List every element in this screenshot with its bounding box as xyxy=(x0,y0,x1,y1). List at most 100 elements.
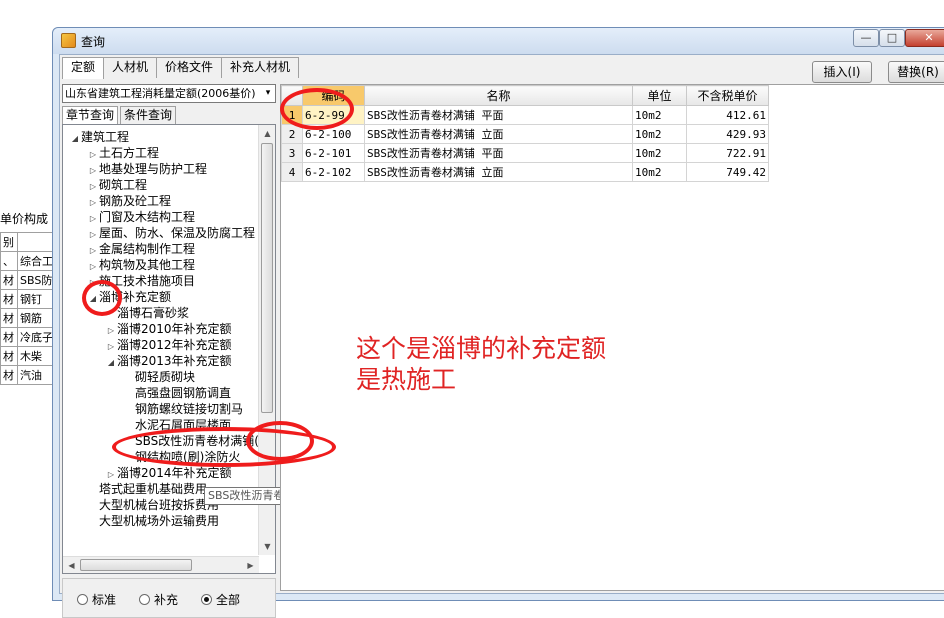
row-number[interactable]: 4 xyxy=(281,162,303,182)
cell-name[interactable]: SBS改性沥青卷材满铺 立面 xyxy=(364,162,633,182)
tree-item[interactable]: ▷ 土石方工程 xyxy=(87,145,159,161)
scroll-right-icon[interactable]: ▶ xyxy=(242,557,259,573)
tab-quota[interactable]: 定额 xyxy=(62,57,105,79)
tree-item[interactable]: ▷ 屋面、防水、保温及防腐工程 xyxy=(87,225,255,241)
tree-item[interactable]: ▷ 金属结构制作工程 xyxy=(87,241,195,257)
column-header-code[interactable]: 编码 xyxy=(302,85,365,106)
cell-name[interactable]: SBS改性沥青卷材满铺 平面 xyxy=(364,105,633,125)
tree-item-label: 钢筋螺纹链接切割马 xyxy=(135,402,244,416)
tree-item[interactable]: ▷ 砌筑工程 xyxy=(87,177,147,193)
radio-standard[interactable]: 标准 xyxy=(77,591,116,608)
tree-item[interactable]: 水泥石屑面层楼面 xyxy=(123,417,231,433)
cell-unit[interactable]: 10m2 xyxy=(632,124,687,144)
tree-item-label: 大型机械场外运输费用 xyxy=(99,514,220,528)
row-number[interactable]: 1 xyxy=(281,105,303,125)
cell-code[interactable]: 6-2-101 xyxy=(302,143,365,163)
tree-item-label: 淄博2010年补充定额 xyxy=(117,322,232,336)
annotation-text: 这个是淄博的补充定额 是热施工 xyxy=(356,333,606,395)
replace-button[interactable]: 替换(R) xyxy=(888,61,944,83)
tab-chapter-query[interactable]: 章节查询 xyxy=(62,106,119,124)
tree-item[interactable]: ▷ 构筑物及其他工程 xyxy=(87,257,195,273)
table-row[interactable]: 4 6-2-102 SBS改性沥青卷材满铺 立面 10m2 749.42 xyxy=(281,162,769,182)
close-button[interactable]: ✕ xyxy=(905,29,944,47)
tree-item-label: 建筑工程 xyxy=(81,130,130,144)
minimize-button[interactable]: — xyxy=(853,29,879,47)
row-number-header xyxy=(281,85,303,106)
tree-item[interactable]: ▷ 淄博2012年补充定额 xyxy=(105,337,232,353)
tree-item-label: 构筑物及其他工程 xyxy=(99,258,196,272)
tree-item[interactable]: ▷ 地基处理与防护工程 xyxy=(87,161,207,177)
cell-code[interactable]: 6-2-100 xyxy=(302,124,365,144)
tree-item[interactable]: 高强盘圆钢筋调直 xyxy=(123,385,231,401)
cell-price[interactable]: 429.93 xyxy=(686,124,769,144)
scroll-down-icon[interactable]: ▼ xyxy=(259,538,275,555)
table-row[interactable]: 3 6-2-101 SBS改性沥青卷材满铺 平面 10m2 722.91 xyxy=(281,143,769,163)
scroll-thumb[interactable] xyxy=(80,559,192,571)
cell-unit[interactable]: 10m2 xyxy=(632,143,687,163)
tree-item[interactable]: 大型机械场外运输费用 xyxy=(87,513,219,529)
tree-item-label: 屋面、防水、保温及防腐工程 xyxy=(99,226,256,240)
tab-condition-query[interactable]: 条件查询 xyxy=(120,106,177,124)
collapse-arrow-icon[interactable]: ◢ xyxy=(69,131,81,147)
tree-item[interactable]: 塔式起重机基础费用 xyxy=(87,481,207,497)
cell-price[interactable]: 412.61 xyxy=(686,105,769,125)
tree-item[interactable]: 淄博石膏砂浆 xyxy=(105,305,189,321)
cell-unit[interactable]: 10m2 xyxy=(632,105,687,125)
cell-unit[interactable]: 10m2 xyxy=(632,162,687,182)
tree-item-label: 淄博石膏砂浆 xyxy=(117,306,190,320)
tree-item[interactable]: ▷ 钢筋及砼工程 xyxy=(87,193,171,209)
table-row[interactable]: 2 6-2-100 SBS改性沥青卷材满铺 立面 10m2 429.93 xyxy=(281,124,769,144)
tab-price-file[interactable]: 价格文件 xyxy=(156,57,223,78)
tree-item[interactable]: 砌轻质砌块 xyxy=(123,369,195,385)
tree-horizontal-scrollbar[interactable]: ◀ ▶ xyxy=(63,556,259,573)
tree-item-label: 砌筑工程 xyxy=(99,178,148,192)
row-number[interactable]: 2 xyxy=(281,124,303,144)
quota-library-select[interactable]: 山东省建筑工程消耗量定额(2006基价) ▾ xyxy=(62,84,276,103)
cell-name[interactable]: SBS改性沥青卷材满铺 立面 xyxy=(364,124,633,144)
column-header-unit[interactable]: 单位 xyxy=(632,85,687,106)
tab-supplement-lmm[interactable]: 补充人材机 xyxy=(221,57,300,78)
tree-item[interactable]: ▷ 淄博2010年补充定额 xyxy=(105,321,232,337)
cell-price[interactable]: 722.91 xyxy=(686,143,769,163)
collapse-arrow-icon[interactable]: ◢ xyxy=(105,355,117,371)
tree-item[interactable]: ◢ 建筑工程 xyxy=(69,129,129,145)
radio-supplement[interactable]: 补充 xyxy=(139,591,178,608)
cell-price[interactable]: 749.42 xyxy=(686,162,769,182)
tree-item[interactable]: ▷ 门窗及木结构工程 xyxy=(87,209,195,225)
column-header-price[interactable]: 不含税单价 xyxy=(686,85,769,106)
cell-code[interactable]: 6-2-99 xyxy=(302,105,365,125)
tab-labor-material-machine[interactable]: 人材机 xyxy=(103,57,158,78)
bg-cell: 材 xyxy=(0,270,18,290)
radio-all[interactable]: 全部 xyxy=(201,591,240,608)
tree-item[interactable]: 钢筋螺纹链接切割马 xyxy=(123,401,243,417)
radio-circle-icon xyxy=(139,594,150,605)
tree-item[interactable]: 钢结构喷(刷)涂防火 xyxy=(123,449,240,465)
cell-name[interactable]: SBS改性沥青卷材满铺 平面 xyxy=(364,143,633,163)
tree-item[interactable]: ▷ 施工技术措施项目 xyxy=(87,273,195,289)
collapse-arrow-icon[interactable]: ◢ xyxy=(87,291,99,307)
scroll-thumb[interactable] xyxy=(261,143,273,413)
radio-label: 补充 xyxy=(154,593,179,607)
tree-item[interactable]: 大型机械台班按拆费用 xyxy=(87,497,219,513)
background-header: 别 xyxy=(0,232,18,252)
annotation-line-2: 是热施工 xyxy=(356,365,457,394)
table-row[interactable]: 1 6-2-99 SBS改性沥青卷材满铺 平面 10m2 412.61 xyxy=(281,105,769,125)
radio-circle-icon xyxy=(201,594,212,605)
chevron-down-icon[interactable]: ▾ xyxy=(261,85,275,102)
column-header-name[interactable]: 名称 xyxy=(364,85,633,106)
cell-code[interactable]: 6-2-102 xyxy=(302,162,365,182)
tree-item-label: 施工技术措施项目 xyxy=(99,274,196,288)
radio-label: 全部 xyxy=(216,593,241,607)
row-number[interactable]: 3 xyxy=(281,143,303,163)
tree-item[interactable]: ◢ 淄博2013年补充定额 xyxy=(105,353,232,369)
maximize-button[interactable]: □ xyxy=(879,29,905,47)
scroll-left-icon[interactable]: ◀ xyxy=(63,557,80,573)
window-title: 查询 xyxy=(81,35,106,49)
insert-button[interactable]: 插入(I) xyxy=(812,61,872,83)
tree-item[interactable]: SBS改性沥青卷材满铺(热施工) xyxy=(123,433,275,449)
tree-item[interactable]: ◢ 淄博补充定额 xyxy=(87,289,171,305)
title-bar[interactable]: 查询 — □ ✕ xyxy=(53,28,944,54)
tree-item[interactable]: ▷ 淄博2014年补充定额 xyxy=(105,465,232,481)
scroll-up-icon[interactable]: ▲ xyxy=(259,125,275,142)
chapter-tree[interactable]: ◢ 建筑工程 ▷ 土石方工程 ▷ 地基处理与防护工程 ▷ 砌筑工程 ▷ 钢筋及砼工程 ▷ 门窗及木结构… xyxy=(62,124,276,574)
